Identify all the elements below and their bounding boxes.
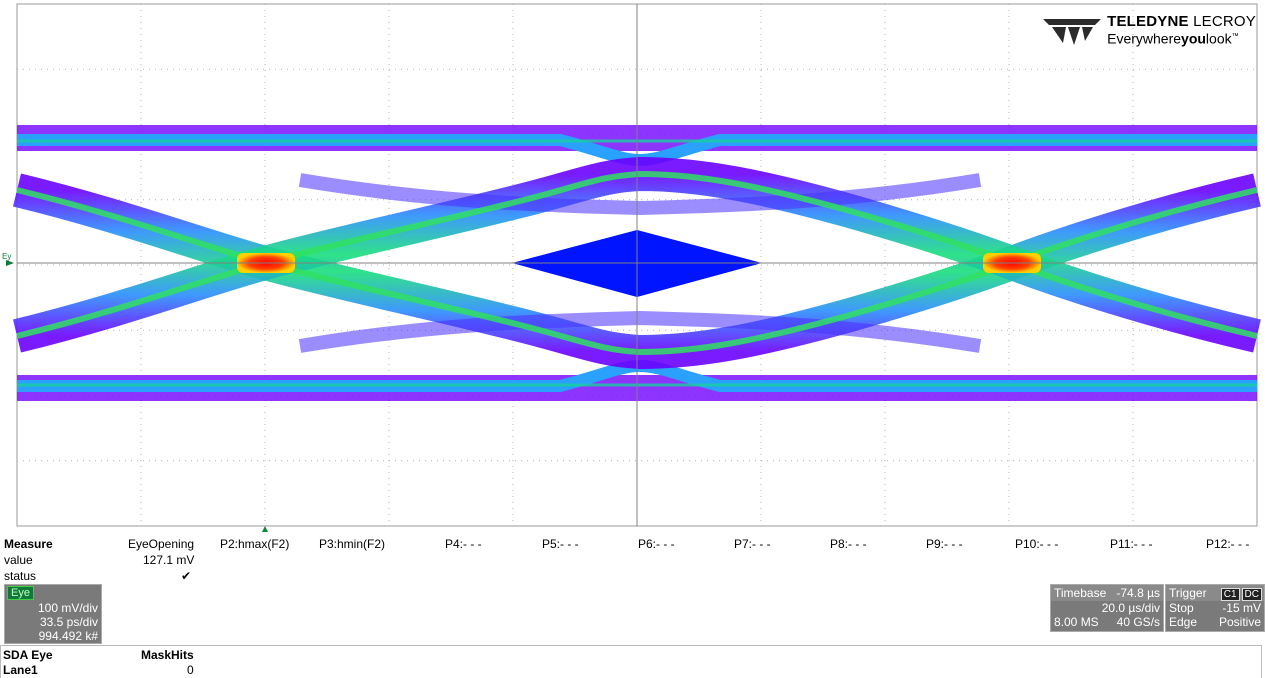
results-row-label: Lane1 [3, 663, 38, 677]
eye-horizontal-scale: 33.5 ps/div [39, 615, 98, 629]
trigger-source: C1 DC [1219, 586, 1262, 601]
param-p1-status-check-icon: ✔ [181, 569, 192, 583]
trigger-position-marker [262, 526, 268, 532]
trigger-level: -15 mV [1222, 601, 1261, 615]
sda-eye-results-table[interactable]: SDA Eye MaskHits Lane1 0 [0, 645, 1262, 678]
eye-trace-tag: Eye [7, 586, 34, 600]
trigger-label: Trigger [1169, 586, 1207, 600]
timebase-sample-rate: 40 GS/s [1116, 615, 1160, 629]
param-p9-name[interactable]: P9:- - - [926, 537, 963, 551]
teledyne-logo-icon [1043, 19, 1102, 46]
trigger-type: Edge [1169, 615, 1198, 629]
param-p1-name[interactable]: EyeOpening [128, 537, 194, 551]
param-p5-name[interactable]: P5:- - - [542, 537, 579, 551]
eye-trace-descriptor[interactable]: Eye 100 mV/div 33.5 ps/div 994.492 k# [4, 584, 102, 644]
param-p6-name[interactable]: P6:- - - [638, 537, 675, 551]
measure-row-label-value: value [4, 553, 33, 567]
trace-label: Ey [2, 252, 12, 261]
param-p10-name[interactable]: P10:- - - [1015, 537, 1058, 551]
trigger-descriptor[interactable]: Trigger C1 DC Stop -15 mV Edge Positive [1165, 584, 1265, 632]
teledyne-lecroy-logo: TELEDYNE LECROY Everywhereyoulook™ [1043, 14, 1256, 47]
timebase-descriptor[interactable]: Timebase -74.8 µs 20.0 µs/div 8.00 MS 40… [1050, 584, 1164, 632]
logo-brand: TELEDYNE LECROY [1107, 13, 1256, 30]
timebase-label: Timebase [1054, 586, 1107, 600]
param-p1-value: 127.1 mV [143, 553, 195, 567]
results-col1-header: SDA Eye [3, 648, 53, 662]
trigger-slope: Positive [1218, 615, 1261, 629]
results-maskhits-value: 0 [187, 663, 194, 677]
eye-diagram-display [6, 3, 1261, 532]
timebase-samples: 8.00 MS [1054, 615, 1099, 629]
param-p11-name[interactable]: P11:- - - [1110, 537, 1152, 551]
param-p3-name[interactable]: P3:hmin(F2) [319, 537, 385, 551]
measure-row-label-status: status [4, 569, 37, 583]
param-p2-name[interactable]: P2:hmax(F2) [220, 537, 289, 551]
trigger-mode: Stop [1169, 601, 1194, 615]
param-p7-name[interactable]: P7:- - - [734, 537, 771, 551]
param-p4-name[interactable]: P4:- - - [445, 537, 482, 551]
timebase-scale: 20.0 µs/div [1101, 601, 1160, 615]
eye-sample-count: 994.492 k# [38, 629, 98, 643]
measure-table[interactable]: Measure value status EyeOpening 127.1 mV… [0, 534, 1268, 586]
param-p12-name[interactable]: P12:- - - [1206, 537, 1249, 551]
results-col2-header: MaskHits [141, 648, 194, 662]
logo-tagline: Everywhereyoulook™ [1107, 30, 1239, 47]
timebase-offset: -74.8 µs [1116, 586, 1160, 600]
eye-vertical-scale: 100 mV/div [37, 601, 98, 615]
trigger-coupling-badge: DC [1241, 588, 1262, 601]
measure-header: Measure [4, 537, 53, 551]
trigger-channel-badge: C1 [1220, 588, 1240, 601]
param-p8-name[interactable]: P8:- - - [830, 537, 867, 551]
